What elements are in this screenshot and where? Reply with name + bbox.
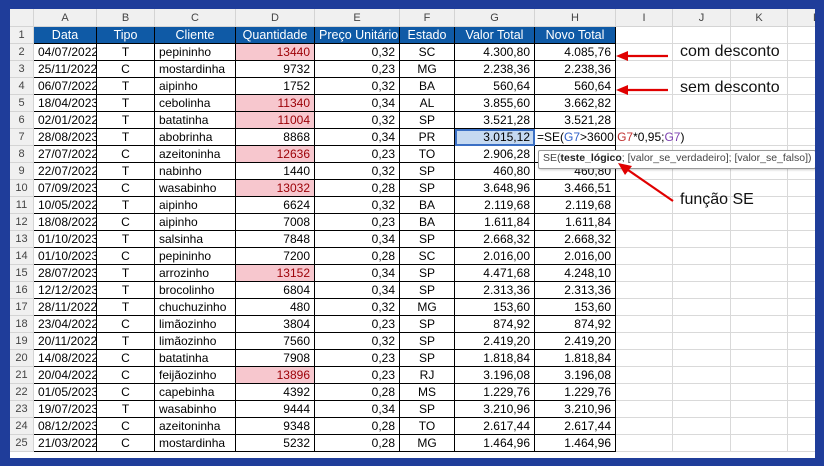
annotation-arrows xyxy=(616,51,674,202)
formula-part-ref1: G7 xyxy=(564,130,581,144)
formula-part-num: 3600 xyxy=(587,130,614,144)
formula-part-ref3: G7 xyxy=(664,130,681,144)
formula-part-op1: > xyxy=(580,130,588,144)
formula-part-prefix: =SE( xyxy=(537,130,565,144)
formula-part-close: ) xyxy=(680,130,685,144)
formula-edit-cell[interactable]: =SE(G7>3600;G7*0,95;G7) xyxy=(535,129,684,146)
annotation-com-desconto: com desconto xyxy=(680,43,780,60)
arrow-funcao-se xyxy=(618,163,674,202)
annotation-sem-desconto: sem desconto xyxy=(680,79,780,96)
formula-part-mult: *0,95; xyxy=(633,130,665,144)
formula-part-ref2: G7 xyxy=(617,130,634,144)
arrow-sem-desconto xyxy=(616,85,668,95)
arrow-com-desconto xyxy=(616,51,668,61)
spreadsheet-window: ABCDEFGHIJKL 123456789101112131415161718… xyxy=(10,9,815,458)
annotation-funcao-se: função SE xyxy=(680,191,754,208)
